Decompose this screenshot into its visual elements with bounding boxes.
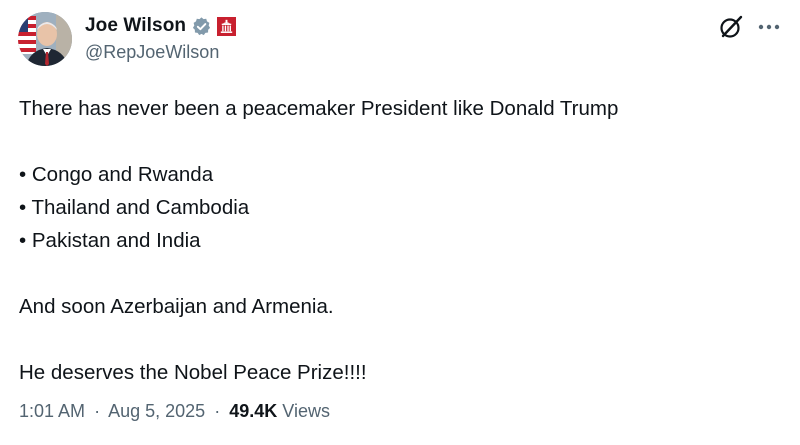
tweet-line-soon: And soon Azerbaijan and Armenia. bbox=[19, 295, 334, 318]
author-display-name[interactable]: Joe Wilson bbox=[85, 15, 186, 37]
avatar[interactable] bbox=[18, 12, 72, 66]
tweet-text: There has never been a peacemaker Presid… bbox=[19, 92, 779, 389]
views-label: Views bbox=[282, 401, 330, 421]
tweet-meta: 1:01 AM · Aug 5, 2025 · 49.4K Views bbox=[19, 401, 330, 422]
views-count[interactable]: 49.4K bbox=[229, 401, 277, 421]
paragraph-break bbox=[19, 125, 779, 158]
meta-separator: · bbox=[214, 401, 221, 421]
paragraph-break bbox=[19, 257, 779, 290]
tweet-date[interactable]: Aug 5, 2025 bbox=[108, 401, 205, 421]
author-block: Joe Wilson @RepJoeWilson bbox=[85, 14, 237, 63]
bullet-item: • Pakistan and India bbox=[19, 229, 201, 252]
paragraph-break bbox=[19, 323, 779, 356]
name-row: Joe Wilson bbox=[85, 14, 237, 38]
meta-separator: · bbox=[94, 401, 101, 421]
tweet-card: Joe Wilson @RepJoeWilson There has never… bbox=[0, 0, 800, 445]
verified-badge-icon[interactable] bbox=[191, 16, 212, 37]
bullet-item: • Congo and Rwanda bbox=[19, 163, 214, 186]
more-icon[interactable] bbox=[756, 14, 782, 40]
author-handle[interactable]: @RepJoeWilson bbox=[85, 42, 236, 63]
grok-icon[interactable] bbox=[718, 14, 744, 40]
bullet-item: • Thailand and Cambodia bbox=[19, 196, 250, 219]
tweet-top-actions bbox=[718, 14, 782, 40]
tweet-time[interactable]: 1:01 AM bbox=[19, 401, 85, 421]
us-government-badge-icon[interactable] bbox=[217, 16, 237, 36]
tweet-intro: There has never been a peacemaker Presid… bbox=[19, 97, 619, 120]
tweet-line-nobel: He deserves the Nobel Peace Prize!!!! bbox=[19, 361, 367, 384]
